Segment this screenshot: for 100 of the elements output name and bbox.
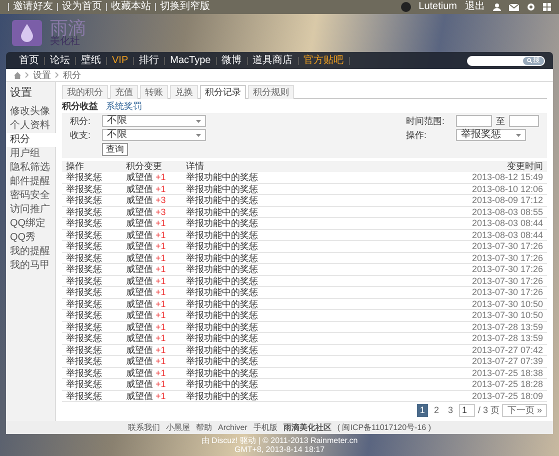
logout-link[interactable]: 退出 — [465, 2, 485, 12]
table-cell: 2013-07-30 17:26 — [366, 240, 547, 252]
avatar-icon[interactable] — [400, 2, 411, 12]
table-cell: 举报功能中的奖惩 — [182, 310, 366, 321]
sidebar-item[interactable]: 用户组 — [6, 146, 55, 160]
table-cell: 举报奖惩 — [62, 252, 122, 264]
table-cell: 2013-07-30 17:26 — [366, 264, 547, 275]
tab[interactable]: 积分记录 — [200, 85, 246, 99]
page-link[interactable]: 3 — [444, 404, 456, 417]
table-cell: 2013-07-25 18:38 — [366, 367, 547, 378]
breadcrumb-link[interactable]: 设置 — [33, 70, 51, 80]
nav-item[interactable]: 论坛 — [45, 56, 75, 66]
footer-link[interactable]: Archiver — [218, 424, 248, 432]
column-header: 操作 — [62, 161, 122, 172]
nav-item[interactable]: VIP — [107, 56, 134, 66]
tab[interactable]: 转账 — [140, 85, 168, 99]
server-time: GMT+8, 2013-8-14 18:17 — [234, 445, 325, 454]
table-cell: 威望值 +1 — [122, 218, 182, 229]
table-cell: 举报奖惩 — [62, 321, 122, 332]
nav-item[interactable]: 排行 — [134, 56, 164, 66]
table-cell: 威望值 +1 — [122, 286, 182, 298]
tab[interactable]: 积分规则 — [248, 85, 294, 99]
sidebar-item[interactable]: 我的提醒 — [6, 244, 55, 258]
username-link[interactable]: Lutetium — [418, 2, 457, 12]
sidebar-item[interactable]: 修改头像 — [6, 104, 55, 118]
tab[interactable]: 兑换 — [170, 85, 198, 99]
footer-link[interactable]: 帮助 — [196, 424, 212, 432]
sidebar-item[interactable]: 积分 — [6, 132, 56, 146]
table-cell: 2013-07-25 18:09 — [366, 390, 547, 402]
page-link[interactable]: 1 — [416, 404, 428, 417]
table-cell: 举报奖惩 — [62, 356, 122, 367]
table-cell: 2013-07-27 07:42 — [366, 344, 547, 356]
nav-item[interactable]: MacType — [165, 56, 216, 66]
table-cell: 举报功能中的奖惩 — [182, 194, 366, 206]
table-cell: 举报功能中的奖惩 — [182, 298, 366, 310]
nav-item[interactable]: 道具商店 — [248, 56, 298, 66]
top-link[interactable]: 邀请好友 — [13, 2, 53, 12]
filter-label: 积分: — [70, 116, 92, 126]
subtab[interactable]: 积分收益 — [62, 101, 98, 111]
footer-link[interactable]: 小黑屋 — [166, 424, 190, 432]
table-cell: 举报功能中的奖惩 — [182, 321, 366, 332]
footer-link[interactable]: 雨滴美化社区 — [283, 424, 332, 432]
table-cell: 威望值 +1 — [122, 252, 182, 264]
sidebar-item[interactable]: 访问推广 — [6, 202, 55, 216]
footer-link[interactable]: 联系我们 — [128, 424, 160, 432]
next-page-button[interactable]: 下一页 » — [502, 404, 547, 417]
breadcrumb-link[interactable]: 积分 — [63, 70, 81, 80]
table-cell: 举报功能中的奖惩 — [182, 390, 366, 402]
user-icon[interactable] — [493, 3, 501, 11]
table-cell: 2013-08-03 08:44 — [366, 229, 547, 240]
subtab[interactable]: 系统奖罚 — [106, 101, 142, 111]
sidebar-item[interactable]: QQ绑定 — [6, 216, 55, 230]
table-cell: 举报奖惩 — [62, 172, 122, 183]
table-cell: 举报功能中的奖惩 — [182, 286, 366, 298]
nav-item[interactable]: 微博 — [216, 56, 247, 66]
sidebar-item[interactable]: 我的马甲 — [6, 258, 55, 272]
filter-label: 操作: — [406, 130, 428, 140]
page-link[interactable]: 2 — [430, 404, 442, 417]
table-cell: 威望值 +1 — [122, 229, 182, 240]
page-input[interactable]: 1 — [458, 404, 475, 417]
table-cell: 威望值 +1 — [122, 264, 182, 275]
sidebar-item[interactable]: 个人资料 — [6, 118, 55, 132]
table-cell: 举报奖惩 — [62, 229, 122, 240]
raindrop-logo-icon[interactable] — [12, 20, 42, 46]
table-cell: 威望值 +1 — [122, 275, 182, 286]
top-link[interactable]: 设为首页 — [62, 2, 102, 12]
settings-icon[interactable] — [527, 3, 535, 11]
table-cell: 威望值 +1 — [122, 390, 182, 402]
nav-item[interactable]: 首页 — [14, 56, 44, 66]
table-cell: 威望值 +1 — [122, 310, 182, 321]
credit-select[interactable]: 不限 — [102, 115, 206, 127]
table-cell: 威望值 +1 — [122, 172, 182, 183]
table-cell: 举报功能中的奖惩 — [182, 264, 366, 275]
top-link[interactable]: 收藏本站 — [111, 2, 151, 12]
table-cell: 2013-08-03 08:55 — [366, 206, 547, 218]
end-date-field[interactable] — [509, 115, 539, 127]
start-date-field[interactable] — [456, 115, 492, 127]
tab[interactable]: 充值 — [110, 85, 138, 99]
direction-select[interactable]: 不限 — [102, 129, 206, 141]
tab[interactable]: 我的积分 — [62, 85, 108, 99]
sidebar-item[interactable]: 密码安全 — [6, 188, 55, 202]
search-icon — [527, 58, 532, 63]
grid-icon[interactable] — [543, 3, 551, 11]
mail-icon[interactable] — [509, 4, 519, 10]
table-cell: 2013-07-30 10:50 — [366, 310, 547, 321]
footer-link[interactable]: 手机版 — [253, 424, 278, 432]
top-link[interactable]: 切换到窄版 — [160, 2, 210, 12]
table-cell: 举报功能中的奖惩 — [182, 344, 366, 356]
nav-item[interactable]: 官方贴吧 — [298, 56, 349, 66]
nav-item[interactable]: 壁纸 — [76, 56, 106, 66]
table-cell: 举报奖惩 — [62, 218, 122, 229]
column-header: 积分变更 — [122, 161, 182, 172]
sidebar-item[interactable]: 邮件提醒 — [6, 174, 55, 188]
table-cell: 举报奖惩 — [62, 332, 122, 344]
sidebar-item[interactable]: QQ秀 — [6, 230, 55, 244]
query-button[interactable]: 查询 — [102, 143, 128, 156]
home-icon[interactable] — [14, 72, 21, 78]
sidebar-item[interactable]: 隐私筛选 — [6, 160, 55, 174]
filter-label: 时间范围: — [406, 116, 446, 126]
operation-select[interactable]: 举报奖惩 — [456, 129, 526, 141]
